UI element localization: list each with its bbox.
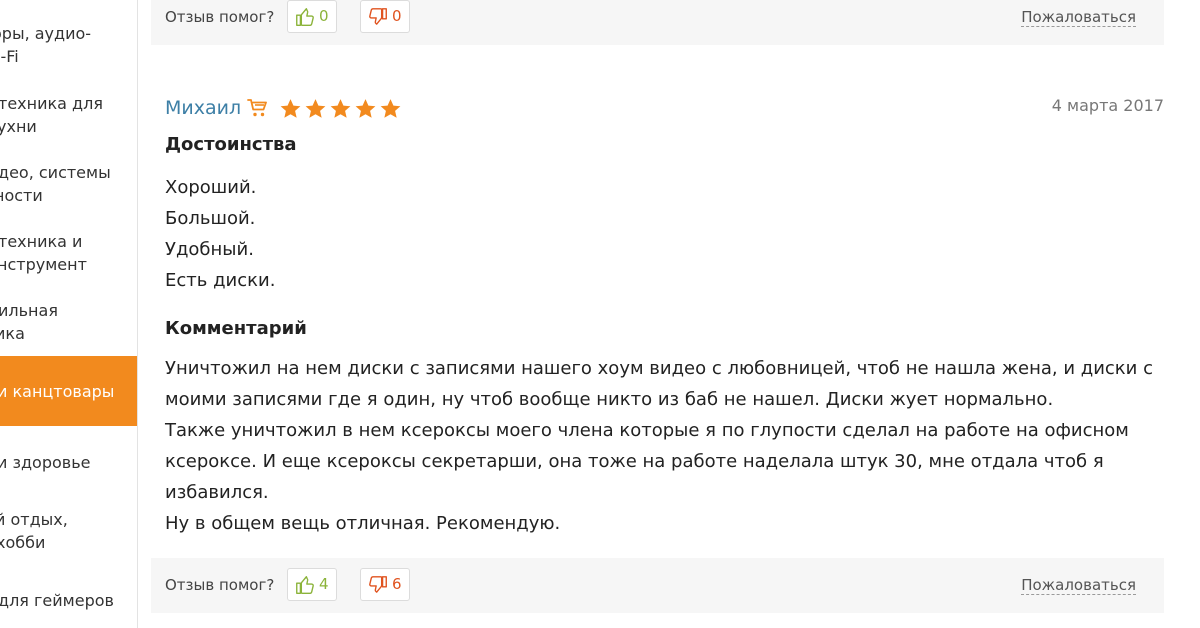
thumbs-down-count: 0 — [392, 7, 402, 25]
thumbs-down-button[interactable]: 0 — [360, 0, 410, 33]
sidebar-item-label: ухни — [0, 117, 37, 136]
pros-item: Хороший. — [165, 177, 257, 198]
sidebar-item-label: и канцтовары — [0, 382, 115, 401]
review-helpful-bar: Отзыв помог? 4 6 Пожаловаться — [151, 558, 1164, 613]
comment-line: избавился. — [165, 482, 269, 503]
sidebar-item-label: део, системы — [0, 163, 111, 182]
sidebar-item-label: оры, аудио- — [0, 24, 92, 43]
sidebar-item-label: i-Fi — [0, 47, 19, 66]
complain-link[interactable]: Пожаловаться — [1021, 0, 1136, 45]
pros-item: Удобный. — [165, 239, 254, 260]
thumbs-up-button[interactable]: 4 — [287, 568, 337, 601]
thumbs-up-count: 4 — [319, 575, 329, 593]
sidebar-item-label: нструмент — [0, 255, 87, 274]
sidebar-item-label: техника для — [0, 94, 103, 113]
shopping-cart-icon — [246, 96, 270, 124]
thumbs-up-button[interactable]: 0 — [287, 0, 337, 33]
comment-line: Также уничтожил в нем ксероксы моего чле… — [165, 420, 1129, 441]
star-icon — [330, 99, 351, 118]
sidebar-item-label: ика — [0, 324, 25, 343]
helpful-label: Отзыв помог? — [165, 576, 275, 594]
rating-stars — [278, 96, 403, 122]
thumbs-down-count: 6 — [392, 575, 402, 593]
thumbs-up-icon — [296, 576, 314, 594]
thumbs-down-icon — [369, 576, 387, 593]
pros-item: Большой. — [165, 208, 256, 229]
sidebar-item-label: й отдых, — [0, 510, 68, 529]
sidebar-item-tools[interactable]: техника и нструмент — [0, 230, 137, 278]
sidebar-item-label: ности — [0, 186, 43, 205]
sidebar-item-audio[interactable]: оры, аудио- i-Fi — [0, 22, 137, 70]
sidebar-item-mobile[interactable]: ильная ика — [0, 299, 137, 347]
complain-label: Пожаловаться — [1021, 8, 1136, 27]
star-icon — [280, 99, 301, 118]
review-date: 4 марта 2017 — [1051, 96, 1164, 115]
sidebar-item-health[interactable]: и здоровье — [0, 451, 137, 475]
star-icon — [305, 99, 326, 118]
sidebar-item-label: техника и — [0, 232, 83, 251]
pros-list: Хороший. Большой. Удобный. Есть диски. — [165, 172, 275, 296]
comment-line: Ну в общем вещь отличная. Рекомендую. — [165, 513, 561, 534]
sidebar-item-gamers[interactable]: для геймеров — [0, 589, 137, 613]
helpful-label: Отзыв помог? — [165, 8, 275, 26]
sidebar-item-label: ильная — [0, 301, 58, 320]
comment-line: Уничтожил на нем диски с записями нашего… — [165, 358, 1153, 379]
star-icon — [380, 99, 401, 118]
comment-line: ксероксе. И еще ксероксы секретарши, она… — [165, 451, 1104, 472]
sidebar-item-video[interactable]: део, системы ности — [0, 161, 137, 209]
comment-heading: Комментарий — [165, 318, 307, 339]
sidebar-item-label: для геймеров — [0, 591, 114, 610]
review-helpful-bar: Отзыв помог? 0 0 Пожаловаться — [151, 0, 1164, 45]
thumbs-up-icon — [296, 8, 314, 26]
thumbs-up-count: 0 — [319, 7, 329, 25]
pros-item: Есть диски. — [165, 270, 276, 291]
sidebar-item-stationery[interactable]: и канцтовары — [0, 356, 137, 426]
sidebar-item-kitchen[interactable]: техника для ухни — [0, 92, 137, 140]
sidebar-item-label: и здоровье — [0, 453, 91, 472]
star-icon — [355, 99, 376, 118]
category-sidebar: оры, аудио- i-Fi техника для ухни део, с… — [0, 0, 138, 628]
complain-label: Пожаловаться — [1021, 576, 1136, 595]
comment-text: Уничтожил на нем диски с записями нашего… — [165, 353, 1165, 539]
sidebar-item-label: хобби — [0, 533, 46, 552]
pros-heading: Достоинства — [165, 134, 297, 155]
sidebar-item-leisure[interactable]: й отдых, хобби — [0, 508, 137, 556]
complain-link[interactable]: Пожаловаться — [1021, 558, 1136, 613]
thumbs-down-button[interactable]: 6 — [360, 568, 410, 601]
review-author-link[interactable]: Михаил — [165, 95, 241, 121]
comment-line: моими записями где я один, ну чтоб вообщ… — [165, 389, 1054, 410]
thumbs-down-icon — [369, 8, 387, 25]
